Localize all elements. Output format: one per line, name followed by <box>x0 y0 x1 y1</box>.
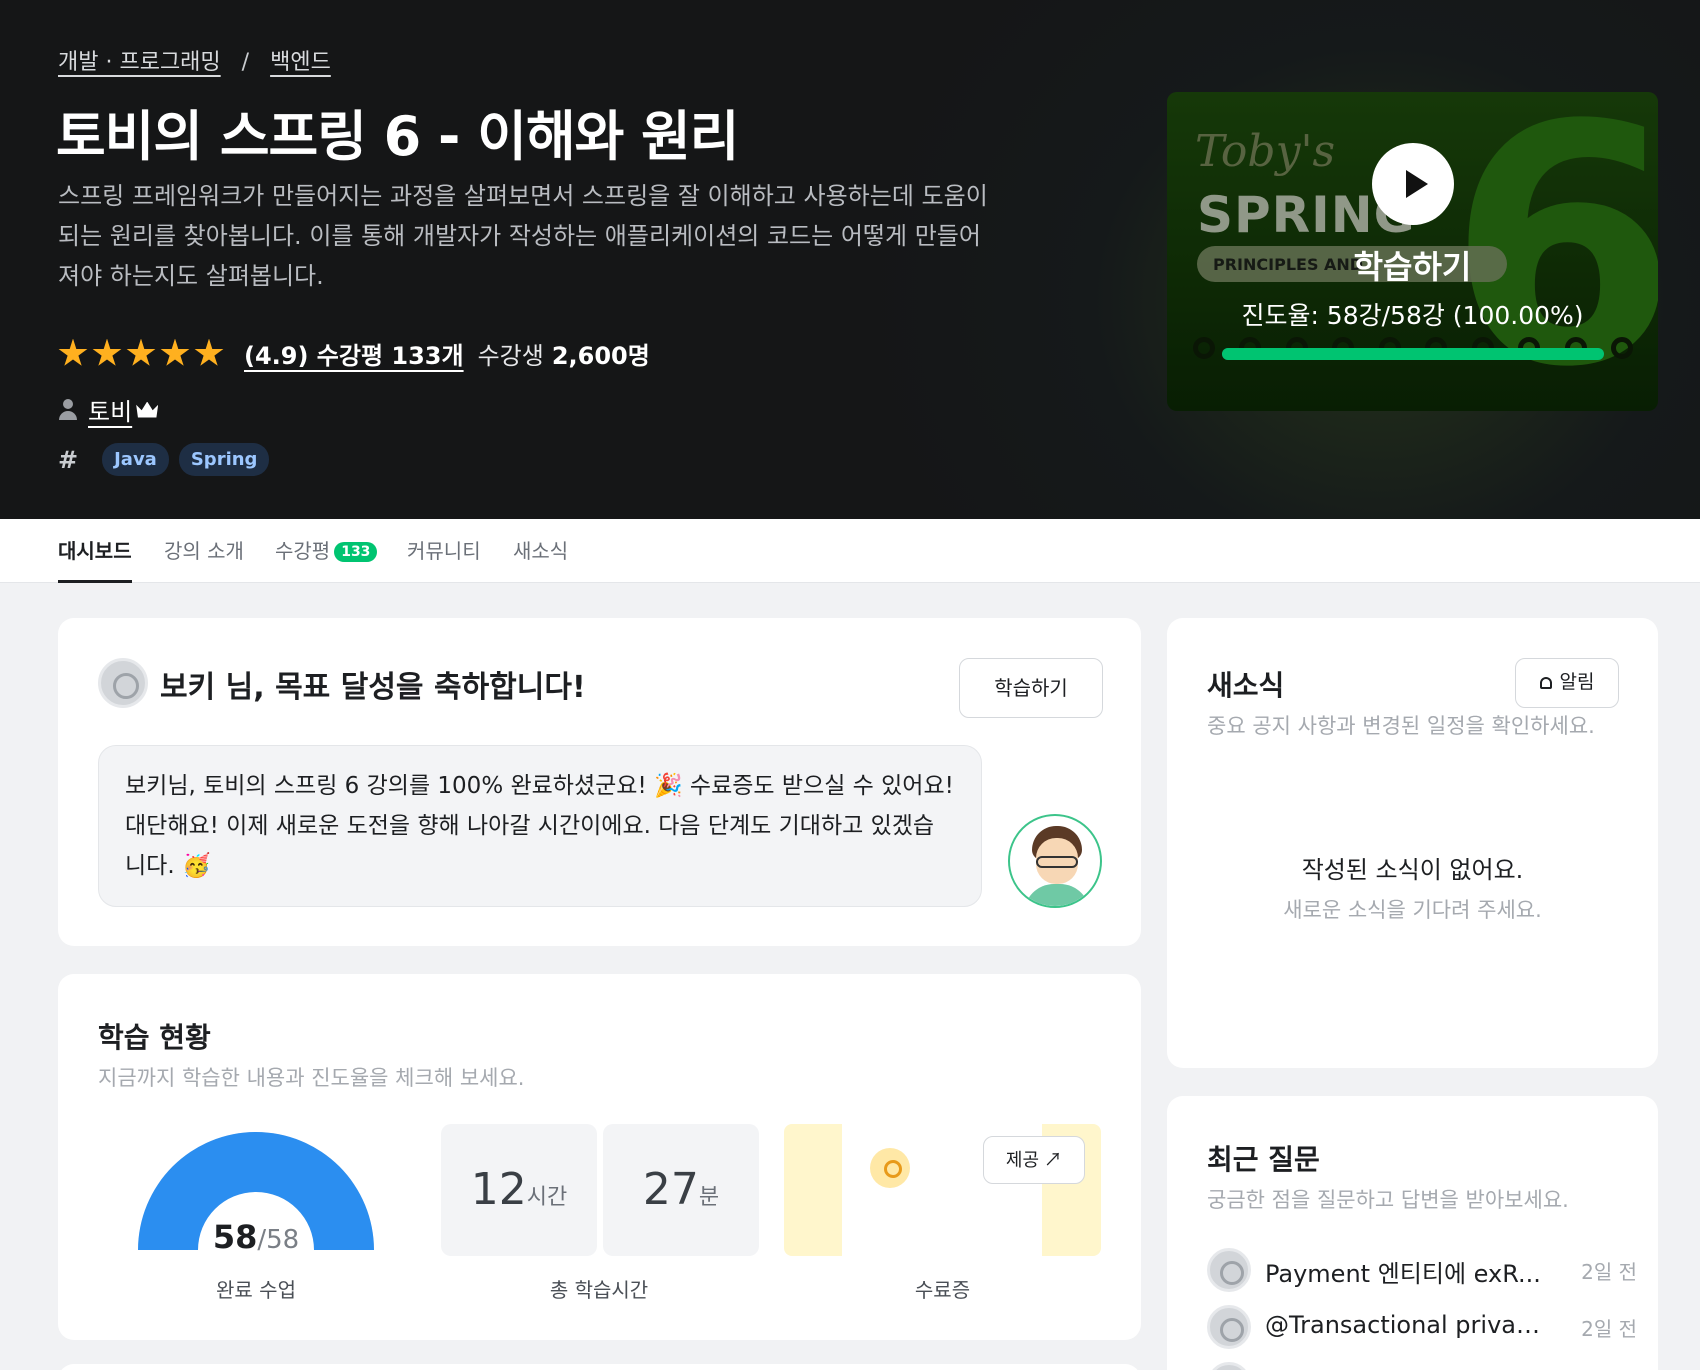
completed-lessons-value: 58 <box>212 1218 258 1256</box>
thumbnail-progress-text: 진도율: 58강/58강 (100.00%) <box>1241 301 1584 330</box>
learning-status-title: 학습 현황 <box>98 1021 211 1054</box>
breadcrumb-subcategory[interactable]: 백엔드 <box>270 50 331 75</box>
completed-lessons-label: 완료 수업 <box>216 1278 296 1302</box>
tab-dashboard[interactable]: 대시보드 <box>58 519 132 583</box>
students-count: 2,600명 <box>551 342 650 370</box>
news-title: 새소식 <box>1207 669 1285 702</box>
learning-status-card: 학습 현황 지금까지 학습한 내용과 진도율을 체크해 보세요. 58/58 완… <box>58 974 1141 1340</box>
study-minutes-box: 27분 <box>603 1124 759 1256</box>
star-icon <box>194 338 224 366</box>
study-hours-box: 12시간 <box>441 1124 597 1256</box>
instructor-row: 토비 <box>58 392 159 427</box>
tag-spring[interactable]: Spring <box>178 443 270 476</box>
question-time: 2일 전 <box>1581 1260 1637 1284</box>
instructor-name-link[interactable]: 토비 <box>88 392 132 427</box>
alarm-label: 알림 <box>1559 672 1595 693</box>
user-avatar <box>98 658 148 708</box>
breadcrumb-category[interactable]: 개발 · 프로그래밍 <box>58 50 221 75</box>
next-card <box>58 1364 1141 1370</box>
news-subtitle: 중요 공지 사항과 변경된 일정을 확인하세요. <box>1207 714 1595 738</box>
tab-reviews-label: 수강평 <box>275 539 331 563</box>
crown-icon <box>136 401 159 418</box>
course-title: 토비의 스프링 6 - 이해와 원리 <box>56 105 739 168</box>
study-minutes-value: 27 <box>642 1164 699 1215</box>
course-description: 스프링 프레임워크가 만들어지는 과정을 살펴보면서 스프링을 잘 이해하고 사… <box>58 182 988 290</box>
tab-reviews[interactable]: 수강평 133 <box>275 519 378 583</box>
star-icon <box>126 338 156 366</box>
questions-subtitle: 궁금한 점을 질문하고 답변을 받아보세요. <box>1207 1188 1569 1212</box>
star-icon <box>160 338 190 366</box>
tab-community[interactable]: 커뮤니티 <box>407 519 481 583</box>
tag-row: # Java Spring <box>58 443 270 476</box>
question-item[interactable] <box>1207 1362 1637 1370</box>
thumbnail-progress-fill <box>1222 348 1604 360</box>
news-card: 새소식 중요 공지 사항과 변경된 일정을 확인하세요. 알림 작성된 소식이 … <box>1167 618 1658 1068</box>
study-hours-unit: 시간 <box>526 1185 568 1210</box>
question-item[interactable]: Payment 엔티티에 exR... 2일 전 <box>1207 1248 1637 1292</box>
congrats-title: 보키 님, 목표 달성을 축하합니다! <box>160 670 586 705</box>
breadcrumb: 개발 · 프로그래밍 / 백엔드 <box>58 44 331 76</box>
star-icon <box>92 338 122 366</box>
study-hours-value: 12 <box>470 1164 527 1215</box>
thumbnail-progress-bar <box>1222 348 1604 360</box>
study-button[interactable]: 학습하기 <box>959 658 1103 718</box>
completed-lessons-count: 58/58 <box>138 1218 374 1256</box>
review-count-badge: 133 <box>334 542 378 562</box>
question-author-avatar <box>1207 1305 1251 1349</box>
alarm-button[interactable]: 알림 <box>1515 658 1619 708</box>
medal-icon <box>870 1148 910 1188</box>
learning-status-subtitle: 지금까지 학습한 내용과 진도율을 체크해 보세요. <box>98 1066 525 1090</box>
question-time: 2일 전 <box>1581 1317 1637 1341</box>
hash-icon: # <box>58 445 79 474</box>
tab-news[interactable]: 새소식 <box>513 519 568 583</box>
students-label: 수강생 <box>477 342 544 370</box>
certificate-label: 수료증 <box>914 1278 971 1302</box>
question-title: Payment 엔티티에 exR... <box>1265 1260 1541 1288</box>
total-study-time-label: 총 학습시간 <box>549 1278 649 1302</box>
person-icon <box>58 398 78 421</box>
question-author-avatar <box>1207 1248 1251 1292</box>
news-empty-subtitle: 새로운 소식을 기다려 주세요. <box>1283 898 1542 922</box>
rating-row: (4.9) 수강평 133개 수강생 2,600명 <box>58 336 650 371</box>
rating-stars <box>58 338 224 369</box>
study-minutes-unit: 분 <box>698 1185 720 1210</box>
breadcrumb-separator: / <box>241 50 250 75</box>
question-author-avatar <box>1207 1362 1251 1370</box>
questions-title: 최근 질문 <box>1207 1143 1320 1176</box>
review-count-link[interactable]: (4.9) 수강평 133개 <box>244 336 464 371</box>
tab-course-intro[interactable]: 강의 소개 <box>164 519 244 583</box>
certificate-provide-button[interactable]: 제공 ↗ <box>983 1136 1085 1184</box>
question-title: @Transactional privat... <box>1265 1311 1545 1339</box>
total-lessons-value: /58 <box>257 1225 300 1255</box>
thumbnail-study-label[interactable]: 학습하기 <box>1167 242 1658 288</box>
news-empty-title: 작성된 소식이 없어요. <box>1301 856 1524 884</box>
course-hero: 개발 · 프로그래밍 / 백엔드 토비의 스프링 6 - 이해와 원리 스프링 … <box>0 0 1700 519</box>
play-button[interactable] <box>1372 143 1454 225</box>
certificate-provide-label: 제공 <box>1005 1150 1040 1170</box>
question-item[interactable]: @Transactional privat... 2일 전 <box>1207 1305 1637 1349</box>
recent-questions-card: 최근 질문 궁금한 점을 질문하고 답변을 받아보세요. Payment 엔티티… <box>1167 1096 1658 1370</box>
congrats-message: 보키님, 토비의 스프링 6 강의를 100% 완료하셨군요! 🎉 수료증도 받… <box>98 745 982 907</box>
bell-icon <box>1539 677 1552 689</box>
tag-java[interactable]: Java <box>102 443 169 476</box>
congrats-card: 보키 님, 목표 달성을 축하합니다! 학습하기 보키님, 토비의 스프링 6 … <box>58 618 1141 946</box>
course-tabs: 대시보드 강의 소개 수강평 133 커뮤니티 새소식 <box>0 519 1700 583</box>
instructor-avatar <box>1008 814 1102 908</box>
star-icon <box>58 338 88 366</box>
